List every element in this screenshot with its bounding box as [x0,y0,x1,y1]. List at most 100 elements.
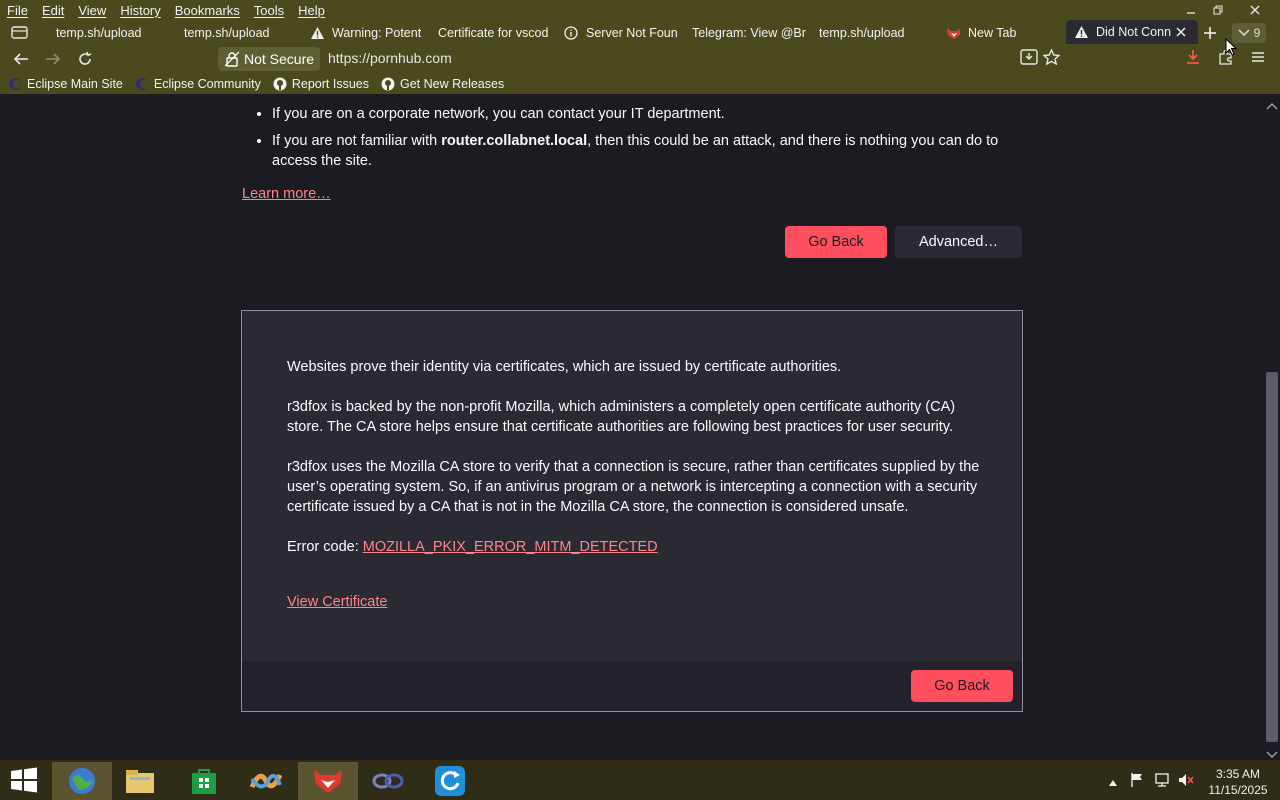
github-icon [381,77,395,91]
tab[interactable]: Certificate for vscod [430,22,560,44]
url-text[interactable]: https://pornhub.com [328,50,452,66]
bookmark-star-button[interactable] [1042,48,1061,70]
bullet-text: If you are on a corporate network, you c… [272,106,725,122]
bookmark-item[interactable]: Report Issues [273,77,369,91]
scroll-up-arrow[interactable] [1266,97,1278,115]
forward-button[interactable] [40,46,66,72]
tab-list-button[interactable] [10,24,30,45]
learn-more-link[interactable]: Learn more… [242,186,331,202]
tab-label: Telegram: View @Br [692,26,806,40]
tab-list-icon [11,26,28,39]
list-item: If you are not familiar with router.coll… [272,131,1032,171]
ribbon-app-icon [250,773,282,789]
menu-file[interactable]: File [0,3,35,18]
menu-bar: File Edit View History Bookmarks Tools H… [0,0,1180,20]
taskbar-app-6[interactable] [358,762,418,800]
menu-bookmarks[interactable]: Bookmarks [168,3,247,18]
tab-label: Server Not Foun [586,26,678,40]
downloads-button[interactable] [1185,49,1201,70]
tab-label: Did Not Conn [1096,25,1172,39]
close-icon [1250,5,1260,15]
menu-edit[interactable]: Edit [35,3,71,18]
taskbar-file-explorer[interactable] [110,762,170,800]
hostname: router.collabnet.local [441,133,588,149]
reload-button[interactable] [72,46,98,72]
go-back-button[interactable]: Go Back [785,226,887,258]
info-icon [564,26,578,40]
view-certificate-line: View Certificate [287,592,987,612]
eclipse-icon [135,77,149,91]
advanced-button[interactable]: Advanced… [895,226,1022,258]
view-certificate-link[interactable]: View Certificate [287,594,387,610]
bookmarks-toolbar: Eclipse Main Site Eclipse Community Repo… [0,74,1280,94]
taskbar-store-app[interactable] [174,762,234,800]
tab-label: New Tab [968,26,1017,40]
chevron-up-icon [1109,780,1117,786]
tab-label: Certificate for vscod [438,26,549,40]
tab[interactable]: temp.sh/upload [40,22,181,44]
go-back-button-secondary[interactable]: Go Back [911,670,1013,702]
tab[interactable]: Telegram: View @Br [684,22,810,44]
bookmark-label: Eclipse Community [153,77,261,91]
tab[interactable]: Server Not Foun [558,22,682,44]
hamburger-icon [1252,52,1264,62]
github-icon [273,77,287,91]
menu-help[interactable]: Help [291,3,332,18]
save-to-pocket-icon [1020,49,1038,65]
scrollbar-thumb[interactable] [1266,372,1278,742]
minimize-icon [1187,12,1195,14]
tab-overflow-button[interactable]: 9 [1232,23,1266,43]
tab[interactable]: temp.sh/upload [168,22,309,44]
app-menu-button[interactable] [1250,50,1266,69]
tab-label: temp.sh/upload [56,26,142,40]
close-window-button[interactable] [1240,0,1270,20]
bookmark-label: Get New Releases [399,77,505,91]
suggestion-list: If you are on a corporate network, you c… [242,104,1032,178]
security-indicator[interactable]: Not Secure [218,47,320,71]
tab-active[interactable]: Did Not Conn [1066,20,1198,44]
bookmark-item[interactable]: Get New Releases [381,77,504,91]
tab[interactable]: Warning: Potent [304,22,428,44]
back-button[interactable] [8,46,34,72]
tab-count: 9 [1253,26,1261,40]
bookmark-item[interactable]: Eclipse Main Site [8,77,123,91]
red-fox-icon [314,770,342,793]
taskbar-browser-app[interactable] [52,762,112,800]
menu-history[interactable]: History [113,3,167,18]
infinity-app-icon [372,773,404,789]
restore-icon [1213,5,1223,15]
start-button[interactable] [8,766,40,799]
taskbar-firefox-app[interactable] [298,762,358,800]
advanced-paragraph: r3dfox is backed by the non-profit Mozil… [287,399,956,435]
windows-logo-icon [11,767,37,793]
mouse-cursor-icon [1225,37,1238,61]
menu-tools[interactable]: Tools [247,3,291,18]
menu-view[interactable]: View [71,3,113,18]
sync-app-icon [435,766,465,796]
plus-icon [1204,27,1216,39]
volume-muted-icon[interactable] [1178,772,1194,793]
reader-mode-button[interactable] [1020,49,1038,70]
error-code-link[interactable]: MOZILLA_PKIX_ERROR_MITM_DETECTED [363,539,658,555]
minimize-button[interactable] [1176,0,1206,20]
not-secure-label: Not Secure [244,51,315,67]
bookmark-label: Eclipse Main Site [27,77,123,91]
new-tab-button[interactable] [1200,25,1220,41]
warning-icon [310,26,324,40]
warning-icon [1074,25,1088,39]
list-item: If you are on a corporate network, you c… [272,104,1032,124]
tab[interactable]: temp.sh/upload [810,22,944,44]
show-hidden-icons-button[interactable] [1108,774,1118,792]
arrow-right-icon [46,53,61,65]
lock-warning-icon [225,51,239,67]
network-icon[interactable] [1154,772,1170,793]
taskbar-app-7[interactable] [420,762,480,800]
restore-button[interactable] [1203,0,1233,20]
clock[interactable]: 3:35 AM 11/15/2025 [1206,766,1270,798]
advanced-panel-footer [242,661,1022,711]
tab[interactable]: New Tab [940,22,1064,44]
taskbar-app-4[interactable] [236,762,296,800]
bookmark-item[interactable]: Eclipse Community [135,77,261,91]
close-tab-icon[interactable] [1176,27,1186,37]
action-center-flag-icon[interactable] [1130,772,1144,793]
